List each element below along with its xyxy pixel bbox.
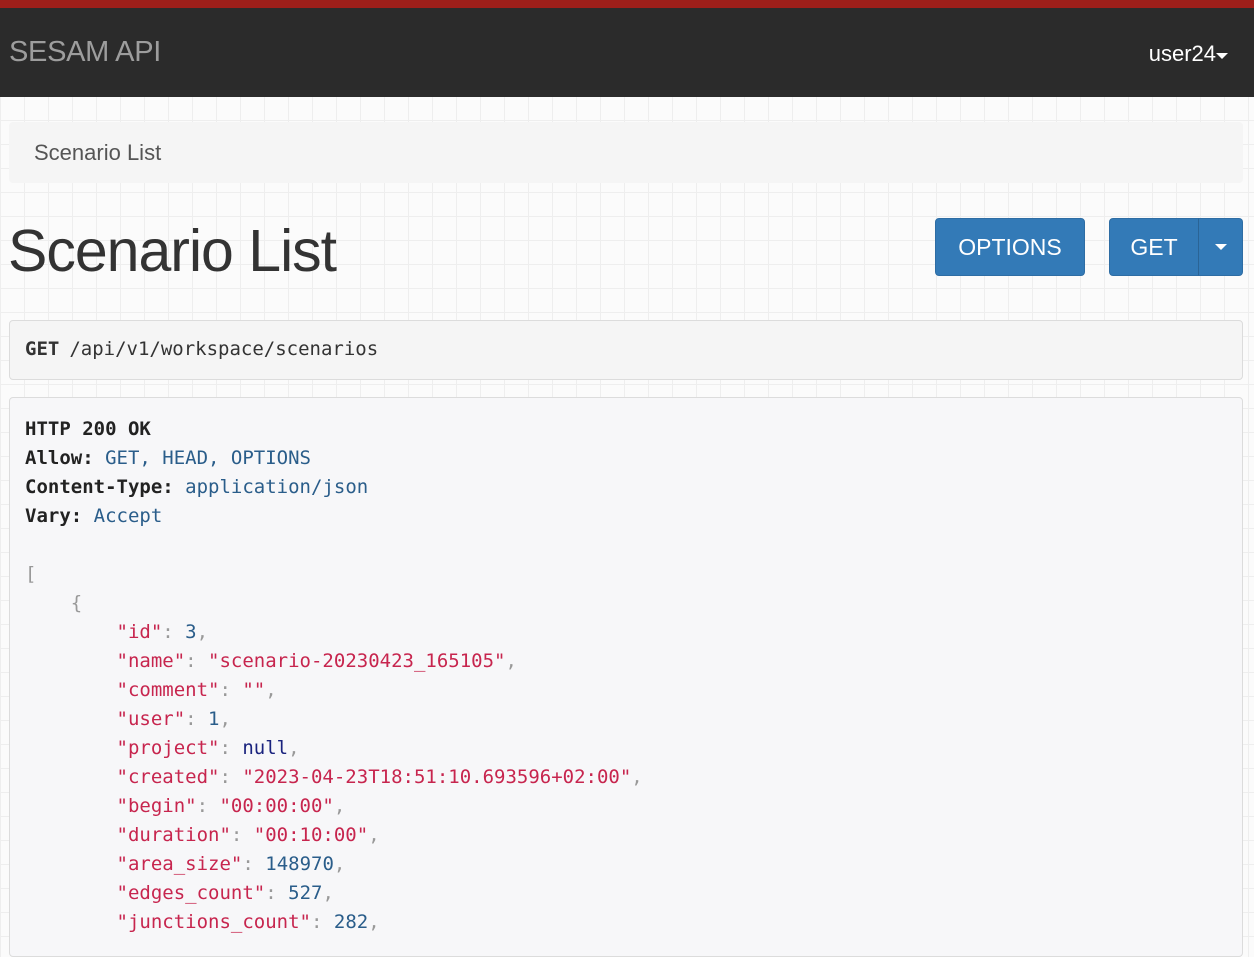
json-field-line: "project": null, [116, 737, 300, 759]
caret-down-icon[interactable] [1216, 53, 1228, 59]
json-key: "comment" [116, 679, 220, 701]
get-button[interactable]: GET [1109, 218, 1199, 276]
json-key: "duration" [116, 824, 231, 846]
response-header-line: Vary: Accept [25, 502, 1242, 531]
response-header-line: Content-Type: application/json [25, 473, 1242, 502]
json-value: 282 [333, 911, 369, 933]
json-key: "begin" [116, 795, 197, 817]
brand-link[interactable]: SESAM API [9, 36, 161, 69]
json-value: 3 [185, 621, 197, 643]
json-value: null [242, 737, 289, 759]
json-field-line: "name": "scenario-20230423_165105", [116, 650, 517, 672]
options-button[interactable]: OPTIONS [935, 218, 1085, 276]
json-open-bracket: [ [25, 563, 37, 585]
header-name: Vary: [25, 505, 83, 527]
json-value: 527 [288, 882, 323, 904]
json-value: "" [242, 679, 266, 701]
json-field-line: "comment": "", [116, 679, 277, 701]
response-status: HTTP 200 OK [25, 418, 151, 440]
response-headers: Allow: GET, HEAD, OPTIONS Content-Type: a… [25, 444, 1242, 531]
breadcrumb-item-scenario-list[interactable]: Scenario List [34, 140, 161, 166]
json-value: "scenario-20230423_165105" [208, 650, 506, 672]
request-path: /api/v1/workspace/scenarios [69, 338, 379, 360]
json-value: "2023-04-23T18:51:10.693596+02:00" [242, 766, 632, 788]
json-value: 148970 [265, 853, 334, 875]
header-value: GET, HEAD, OPTIONS [105, 447, 311, 469]
header-value: Accept [93, 505, 163, 527]
json-value: 1 [208, 708, 220, 730]
response-header-line: Allow: GET, HEAD, OPTIONS [25, 444, 1242, 473]
json-key: "name" [116, 650, 186, 672]
json-field-line: "junctions_count": 282, [116, 911, 380, 933]
user-menu[interactable]: user24 [1149, 41, 1216, 67]
response-body: HTTP 200 OK Allow: GET, HEAD, OPTIONS Con… [9, 397, 1243, 957]
json-field-line: "created": "2023-04-23T18:51:10.693596+0… [116, 766, 643, 788]
header-name: Content-Type: [25, 476, 174, 498]
json-field-line: "begin": "00:00:00", [116, 795, 346, 817]
json-field-line: "edges_count": 527, [116, 882, 334, 904]
page-title: Scenario List [8, 218, 337, 284]
json-key: "area_size" [116, 853, 243, 875]
caret-down-icon [1214, 244, 1227, 250]
json-fields: "id": 3, "name": "scenario-20230423_1651… [25, 618, 1242, 937]
json-key: "user" [116, 708, 186, 730]
breadcrumb: Scenario List [9, 122, 1243, 183]
top-accent-stripe [0, 0, 1254, 8]
json-field-line: "duration": "00:10:00", [116, 824, 380, 846]
header-name: Allow: [25, 447, 94, 469]
navbar: SESAM API user24 [0, 8, 1254, 97]
request-method: GET [25, 338, 60, 360]
json-value: "00:00:00" [219, 795, 334, 817]
json-key: "project" [116, 737, 220, 759]
json-key: "id" [116, 621, 163, 643]
header-value: application/json [185, 476, 369, 498]
json-key: "created" [116, 766, 220, 788]
json-key: "edges_count" [116, 882, 266, 904]
json-value: "00:10:00" [253, 824, 369, 846]
json-field-line: "user": 1, [116, 708, 231, 730]
request-info: GET/api/v1/workspace/scenarios [9, 320, 1243, 380]
json-key: "junctions_count" [116, 911, 311, 933]
json-field-line: "area_size": 148970, [116, 853, 346, 875]
json-field-line: "id": 3, [116, 621, 209, 643]
get-format-dropdown-toggle[interactable] [1198, 218, 1243, 276]
json-open-brace: { [70, 592, 83, 614]
